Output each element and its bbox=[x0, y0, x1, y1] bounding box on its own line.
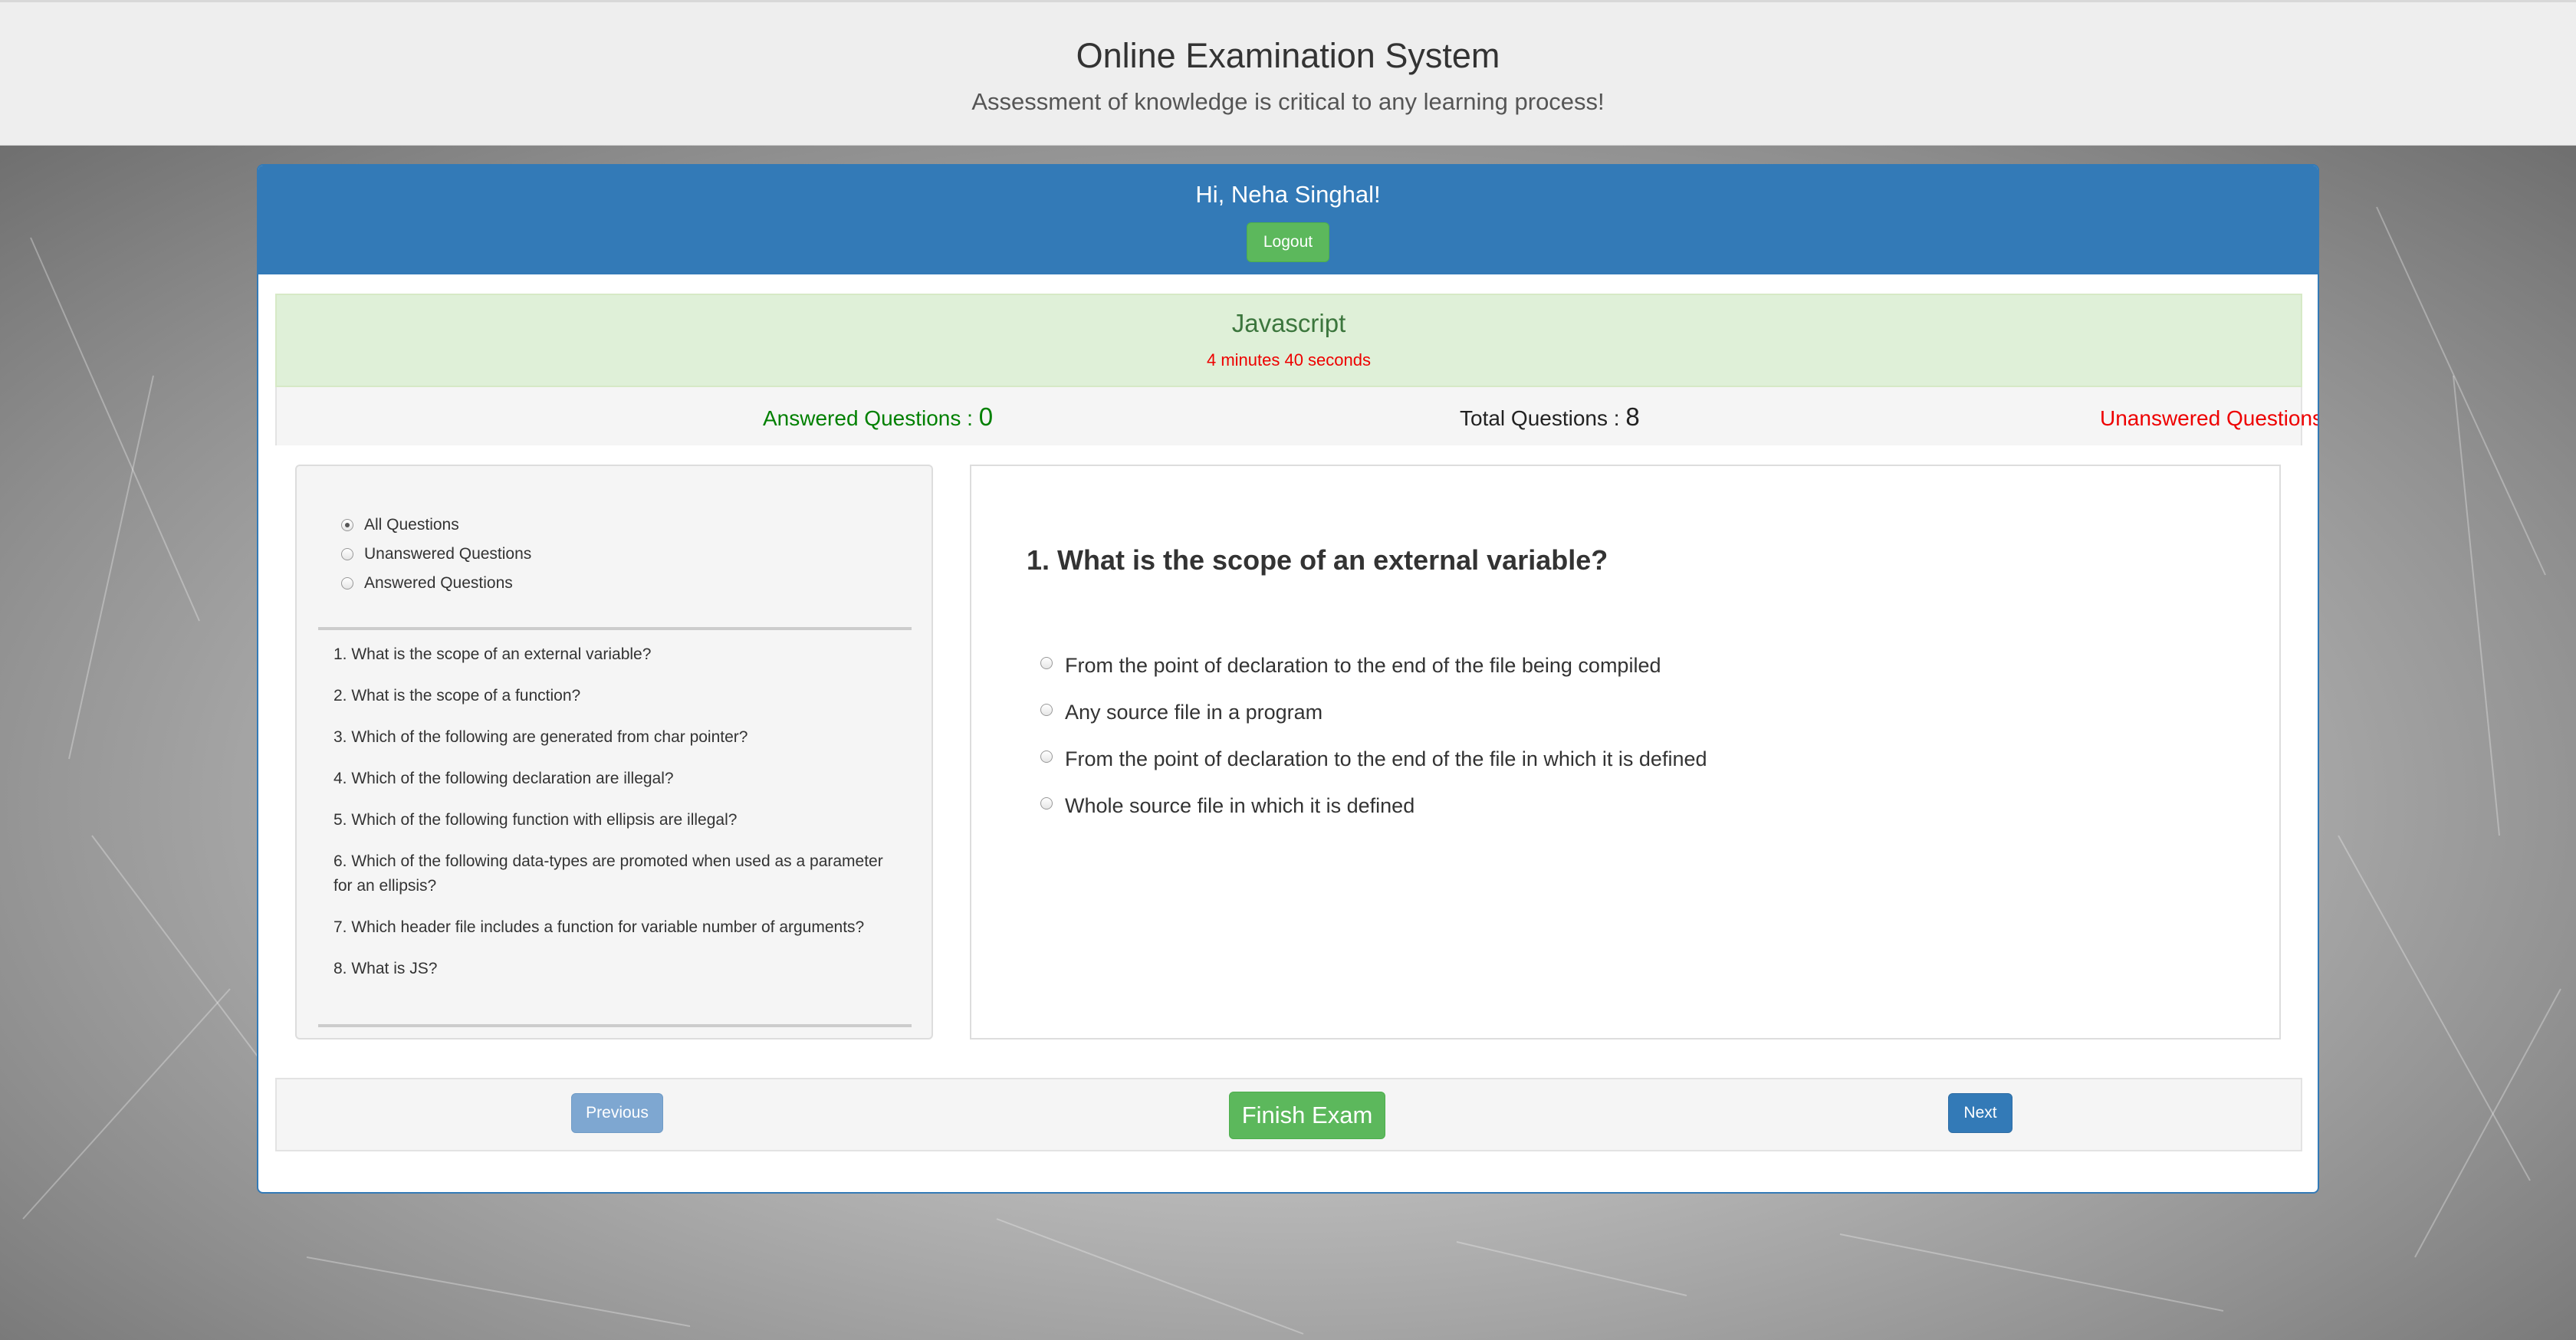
radio-icon[interactable] bbox=[1040, 750, 1053, 763]
answered-stat: Answered Questions : 0 bbox=[763, 402, 993, 432]
site-title: Online Examination System bbox=[1076, 36, 1500, 75]
filter-label: All Questions bbox=[364, 516, 459, 534]
question-link-8[interactable]: 8. What is JS? bbox=[334, 957, 901, 981]
answered-label: Answered Questions : bbox=[763, 406, 979, 430]
question-link-7[interactable]: 7. Which header file includes a function… bbox=[334, 915, 901, 940]
option-label: Any source file in a program bbox=[1065, 701, 1323, 724]
exam-subject: Javascript bbox=[1231, 309, 1346, 337]
total-count: 8 bbox=[1625, 402, 1640, 431]
unanswered-label: Unanswered Questions: bbox=[2100, 406, 2319, 430]
option-label: From the point of declaration to the end… bbox=[1065, 654, 1661, 677]
radio-icon[interactable] bbox=[1040, 656, 1053, 669]
unanswered-stat: Unanswered Questions: 8 bbox=[2100, 402, 2319, 432]
answer-option-1[interactable]: From the point of declaration to the end… bbox=[1040, 642, 1707, 689]
exam-footer-bar: Previous Finish Exam Next bbox=[275, 1078, 2302, 1151]
filter-unanswered-questions[interactable]: Unanswered Questions bbox=[341, 540, 531, 569]
question-link-3[interactable]: 3. Which of the following are generated … bbox=[334, 725, 901, 750]
question-list: 1. What is the scope of an external vari… bbox=[334, 642, 901, 981]
question-filter-group: All Questions Unanswered Questions Answe… bbox=[341, 511, 531, 598]
radio-icon[interactable] bbox=[341, 519, 353, 531]
answered-count: 0 bbox=[978, 402, 994, 431]
radio-icon[interactable] bbox=[1040, 796, 1053, 810]
option-label: Whole source file in which it is defined bbox=[1065, 794, 1415, 817]
question-pane: 1. What is the scope of an external vari… bbox=[970, 465, 2281, 1039]
answer-options: From the point of declaration to the end… bbox=[1040, 642, 1707, 829]
exam-panel: Hi, Neha Singhal! Logout Javascript 4 mi… bbox=[257, 164, 2319, 1194]
divider bbox=[318, 627, 912, 630]
answer-option-2[interactable]: Any source file in a program bbox=[1040, 689, 1707, 736]
logout-button[interactable]: Logout bbox=[1247, 222, 1329, 262]
answer-option-4[interactable]: Whole source file in which it is defined bbox=[1040, 783, 1707, 829]
radio-icon[interactable] bbox=[1040, 703, 1053, 716]
answer-option-3[interactable]: From the point of declaration to the end… bbox=[1040, 736, 1707, 783]
question-link-1[interactable]: 1. What is the scope of an external vari… bbox=[334, 642, 901, 667]
user-greeting: Hi, Neha Singhal! bbox=[1195, 181, 1381, 208]
filter-label: Unanswered Questions bbox=[364, 545, 532, 563]
question-link-2[interactable]: 2. What is the scope of a function? bbox=[334, 684, 901, 708]
total-label: Total Questions : bbox=[1460, 406, 1626, 430]
user-panel-heading: Hi, Neha Singhal! Logout bbox=[258, 166, 2318, 274]
question-link-6[interactable]: 6. Which of the following data-types are… bbox=[334, 849, 901, 898]
radio-icon[interactable] bbox=[341, 577, 353, 590]
exam-timer: 4 minutes 40 seconds bbox=[1206, 350, 1372, 369]
total-stat: Total Questions : 8 bbox=[1460, 402, 1640, 432]
question-text: 1. What is the scope of an external vari… bbox=[1027, 544, 1608, 576]
exam-stats-bar: Answered Questions : 0 Total Questions :… bbox=[275, 387, 2318, 445]
filter-all-questions[interactable]: All Questions bbox=[341, 511, 531, 540]
exam-info-bar: Javascript 4 minutes 40 seconds bbox=[275, 294, 2302, 387]
divider bbox=[318, 1024, 912, 1027]
option-label: From the point of declaration to the end… bbox=[1065, 747, 1707, 770]
finish-exam-button[interactable]: Finish Exam bbox=[1229, 1092, 1385, 1139]
filter-label: Answered Questions bbox=[364, 574, 513, 592]
question-link-4[interactable]: 4. Which of the following declaration ar… bbox=[334, 767, 901, 791]
next-button[interactable]: Next bbox=[1948, 1093, 2013, 1133]
site-header: Online Examination System Assessment of … bbox=[0, 0, 2576, 146]
question-navigator: All Questions Unanswered Questions Answe… bbox=[295, 465, 933, 1039]
previous-button[interactable]: Previous bbox=[571, 1093, 663, 1133]
filter-answered-questions[interactable]: Answered Questions bbox=[341, 569, 531, 598]
question-link-5[interactable]: 5. Which of the following function with … bbox=[334, 808, 901, 833]
radio-icon[interactable] bbox=[341, 548, 353, 560]
site-tagline: Assessment of knowledge is critical to a… bbox=[971, 88, 1605, 115]
